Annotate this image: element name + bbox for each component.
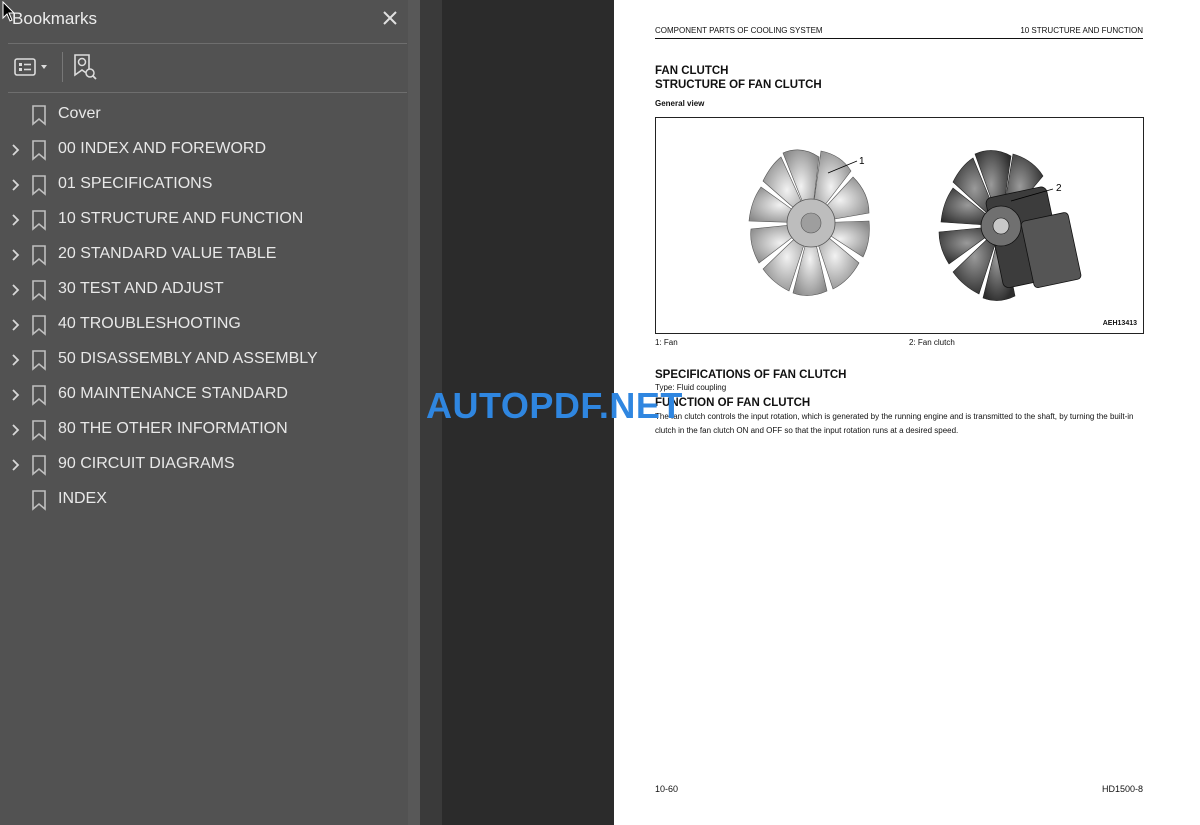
panel-title: Bookmarks xyxy=(12,9,98,28)
bookmark-label: 01 SPECIFICATIONS xyxy=(58,175,213,192)
fan-illustration: 1 2 xyxy=(748,149,1082,301)
chevron-right-icon[interactable] xyxy=(8,353,22,367)
pdf-page: COMPONENT PARTS OF COOLING SYSTEM 10 STR… xyxy=(614,0,1200,825)
caption-fan-clutch: 2: Fan clutch xyxy=(909,338,955,347)
bookmark-icon xyxy=(31,420,47,441)
chevron-right-icon[interactable] xyxy=(8,423,22,437)
bookmark-item[interactable]: 10 STRUCTURE AND FUNCTION xyxy=(0,203,420,238)
chevron-right-icon[interactable] xyxy=(8,213,22,227)
bookmark-icon xyxy=(31,350,47,371)
chevron-right-icon[interactable] xyxy=(8,388,22,402)
bookmark-toolbar xyxy=(0,50,420,86)
bookmark-icon xyxy=(31,385,47,406)
panel-scrollbar[interactable] xyxy=(408,0,420,825)
bookmark-icon xyxy=(31,315,47,336)
bookmark-label: INDEX xyxy=(58,490,107,507)
bookmark-icon xyxy=(31,455,47,476)
bookmark-label: 10 STRUCTURE AND FUNCTION xyxy=(58,210,304,227)
bookmark-item[interactable]: 00 INDEX AND FOREWORD xyxy=(0,133,420,168)
chevron-right-icon[interactable] xyxy=(8,143,22,157)
page-header-left: COMPONENT PARTS OF COOLING SYSTEM xyxy=(655,26,823,35)
options-menu-button[interactable] xyxy=(12,56,54,80)
bookmark-icon xyxy=(31,245,47,266)
bookmark-label: Cover xyxy=(58,105,101,122)
bookmark-label: 30 TEST AND ADJUST xyxy=(58,280,224,297)
spec-heading: SPECIFICATIONS OF FAN CLUTCH xyxy=(655,369,847,381)
section-title: FAN CLUTCH xyxy=(655,65,729,77)
bookmark-label: 40 TROUBLESHOOTING xyxy=(58,315,241,332)
bookmark-item[interactable]: 01 SPECIFICATIONS xyxy=(0,168,420,203)
mouse-cursor-icon xyxy=(2,0,16,23)
bookmark-icon xyxy=(31,140,47,161)
figure-label: General view xyxy=(655,99,705,108)
bookmark-label: 80 THE OTHER INFORMATION xyxy=(58,420,288,437)
figure-code: AEH13413 xyxy=(1102,320,1137,327)
bookmark-item[interactable]: 60 MAINTENANCE STANDARD xyxy=(0,378,420,413)
bookmark-label: 20 STANDARD VALUE TABLE xyxy=(58,245,277,262)
chevron-right-icon[interactable] xyxy=(8,458,22,472)
bookmark-item[interactable]: 50 DISASSEMBLY AND ASSEMBLY xyxy=(0,343,420,378)
chevron-right-icon[interactable] xyxy=(8,318,22,332)
watermark: AUTOPDF.NET xyxy=(426,385,683,426)
bookmark-item[interactable]: Cover xyxy=(0,98,420,133)
bookmark-label: 90 CIRCUIT DIAGRAMS xyxy=(58,455,235,472)
general-view-figure: 1 2 AEH13413 xyxy=(655,117,1144,334)
bookmark-item[interactable]: 90 CIRCUIT DIAGRAMS xyxy=(0,448,420,483)
callout-2: 2 xyxy=(1056,183,1062,194)
function-paragraph: The fan clutch controls the input rotati… xyxy=(655,412,1134,435)
bookmark-item[interactable]: 30 TEST AND ADJUST xyxy=(0,273,420,308)
page-header-right: 10 STRUCTURE AND FUNCTION xyxy=(1020,26,1143,35)
callout-1: 1 xyxy=(859,156,865,167)
bookmark-icon xyxy=(31,105,47,126)
bookmark-label: 50 DISASSEMBLY AND ASSEMBLY xyxy=(58,350,318,367)
model-number: HD1500-8 xyxy=(1101,784,1143,794)
bookmark-item[interactable]: 20 STANDARD VALUE TABLE xyxy=(0,238,420,273)
divider xyxy=(8,92,407,93)
bookmark-icon xyxy=(31,280,47,301)
bookmarks-panel: Bookmarks Cover 00 INDEX AND FOREWORD 01… xyxy=(0,0,420,825)
divider xyxy=(8,43,407,44)
bookmark-icon xyxy=(31,175,47,196)
caption-fan: 1: Fan xyxy=(655,338,678,347)
bookmark-label: 00 INDEX AND FOREWORD xyxy=(58,140,267,157)
section-subtitle: STRUCTURE OF FAN CLUTCH xyxy=(655,79,822,91)
find-bookmark-icon[interactable] xyxy=(72,53,98,81)
header-rule xyxy=(655,38,1143,39)
chevron-right-icon[interactable] xyxy=(8,178,22,192)
page-number: 10-60 xyxy=(655,784,679,794)
bookmark-item[interactable]: 80 THE OTHER INFORMATION xyxy=(0,413,420,448)
chevron-right-icon[interactable] xyxy=(8,248,22,262)
bookmark-item[interactable]: 40 TROUBLESHOOTING xyxy=(0,308,420,343)
close-icon[interactable] xyxy=(380,8,400,28)
bookmark-list: Cover 00 INDEX AND FOREWORD 01 SPECIFICATI… xyxy=(0,98,420,518)
bookmark-icon xyxy=(31,210,47,231)
toolbar-divider xyxy=(62,52,63,82)
bookmark-icon xyxy=(31,490,47,511)
bookmark-item[interactable]: INDEX xyxy=(0,483,420,518)
chevron-right-icon[interactable] xyxy=(8,283,22,297)
bookmark-label: 60 MAINTENANCE STANDARD xyxy=(58,385,288,402)
